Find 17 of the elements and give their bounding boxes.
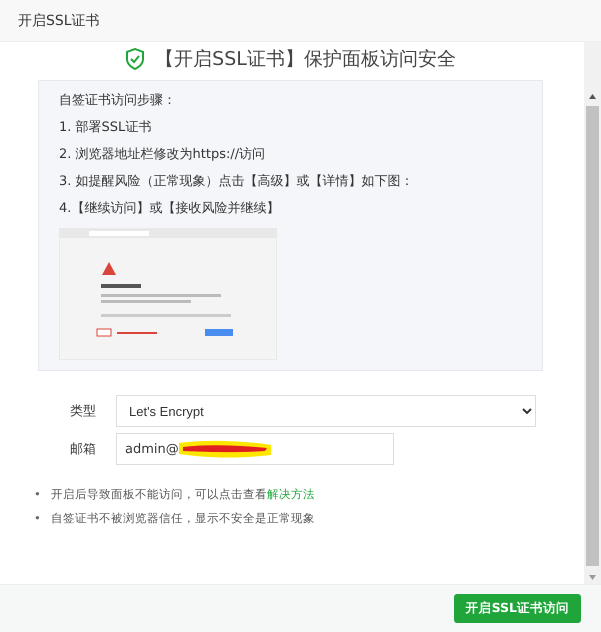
step-text: 1. 部署SSL证书 [59, 120, 152, 136]
type-select[interactable]: Let's Encrypt [116, 395, 536, 427]
note-text: 自签证书不被浏览器信任，显示不安全是正常现象 [50, 511, 315, 525]
note-text: 开启后导致面板不能访问，可以点击查看解决方法 [50, 487, 315, 501]
email-field[interactable]: admin@ [116, 433, 394, 465]
step-text: 4.【继续访问】或【接收风险并继续】 [59, 201, 280, 217]
bullet-mark: • [34, 511, 41, 525]
step-text: 2. 浏览器地址栏修改为https://访问 [59, 147, 266, 163]
window-title: 开启SSL证书 [18, 12, 100, 30]
bullet-mark: • [34, 487, 41, 501]
field-label: 邮箱 [69, 441, 97, 458]
field-label: 类型 [69, 403, 97, 420]
scrollbar[interactable] [584, 42, 601, 584]
shield-check-icon [125, 48, 146, 70]
step-text: 3. 如提醒风险（正常现象）点击【高级】或【详情】如下图： [59, 174, 415, 190]
heading-text: 【开启SSL证书】保护面板访问安全 [155, 47, 456, 72]
steps-title: 自签证书访问步骤： [59, 93, 177, 109]
